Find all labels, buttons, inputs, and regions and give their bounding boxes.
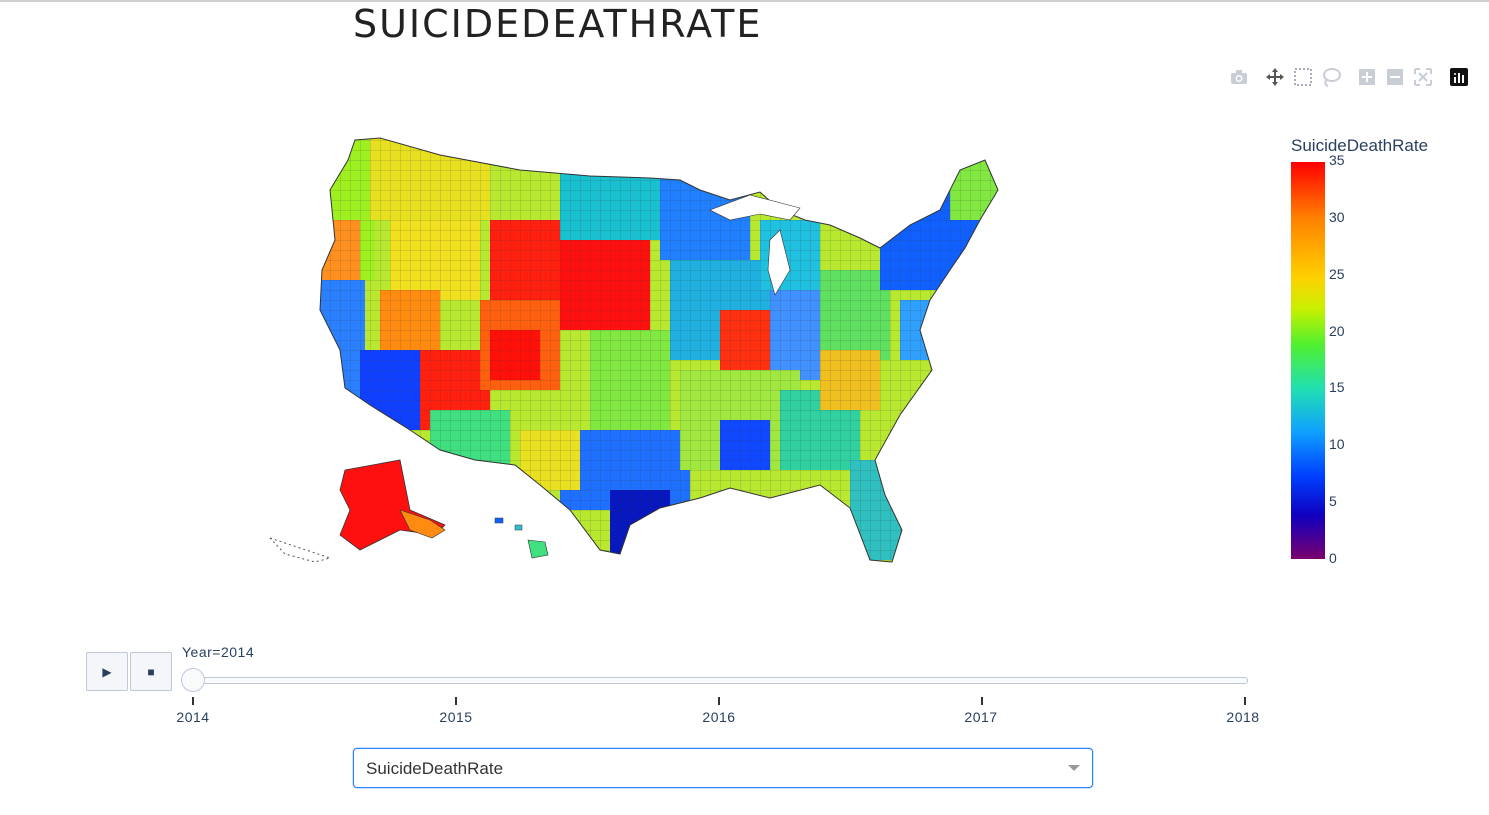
plotly-logo-icon[interactable]: [1448, 66, 1470, 88]
colorbar-tick: 0: [1329, 550, 1337, 566]
slider-tick: [981, 697, 983, 705]
chevron-down-icon[interactable]: [1068, 765, 1080, 771]
year-slider-rail[interactable]: [192, 677, 1248, 684]
slider-tick: [1244, 697, 1246, 705]
stop-button[interactable]: ■: [130, 652, 172, 691]
dropdown-selected-value: SuicideDeathRate: [366, 759, 504, 778]
zoom-out-icon[interactable]: [1384, 66, 1406, 88]
colorbar-gradient: [1291, 162, 1325, 559]
year-slider-handle[interactable]: [181, 668, 205, 692]
play-button[interactable]: ▶: [86, 652, 128, 691]
page-title: SUICIDEDEATHRATE: [353, 2, 763, 46]
colorbar-tick: 35: [1329, 152, 1345, 168]
colorbar-tick: 15: [1329, 379, 1345, 395]
slider-tick: [192, 697, 194, 705]
slider-current-value: Year=2014: [182, 644, 255, 660]
colorbar-tick: 25: [1329, 266, 1345, 282]
slider-tick-label-2014[interactable]: 2014: [176, 709, 209, 725]
choropleth-map[interactable]: [260, 130, 1010, 570]
colorbar-title: SuicideDeathRate: [1291, 136, 1429, 155]
slider-tick-label-2015[interactable]: 2015: [439, 709, 472, 725]
colorbar-tick: 30: [1329, 209, 1345, 225]
lasso-icon[interactable]: [1320, 66, 1342, 88]
pan-icon[interactable]: [1264, 66, 1286, 88]
play-icon: ▶: [102, 664, 112, 679]
colorbar-tick: 5: [1329, 493, 1337, 509]
slider-tick-label-2018[interactable]: 2018: [1226, 709, 1259, 725]
stop-icon: ■: [147, 664, 155, 679]
zoom-in-icon[interactable]: [1356, 66, 1378, 88]
metric-dropdown[interactable]: SuicideDeathRate: [353, 748, 1093, 788]
slider-tick-label-2017[interactable]: 2017: [964, 709, 997, 725]
slider-tick: [455, 697, 457, 705]
slider-tick-label-2016[interactable]: 2016: [702, 709, 735, 725]
colorbar-tick: 10: [1329, 436, 1345, 452]
slider-tick: [718, 697, 720, 705]
box-select-icon[interactable]: [1292, 66, 1314, 88]
reset-icon[interactable]: [1412, 66, 1434, 88]
colorbar-tick: 20: [1329, 323, 1345, 339]
camera-icon[interactable]: [1228, 66, 1250, 88]
